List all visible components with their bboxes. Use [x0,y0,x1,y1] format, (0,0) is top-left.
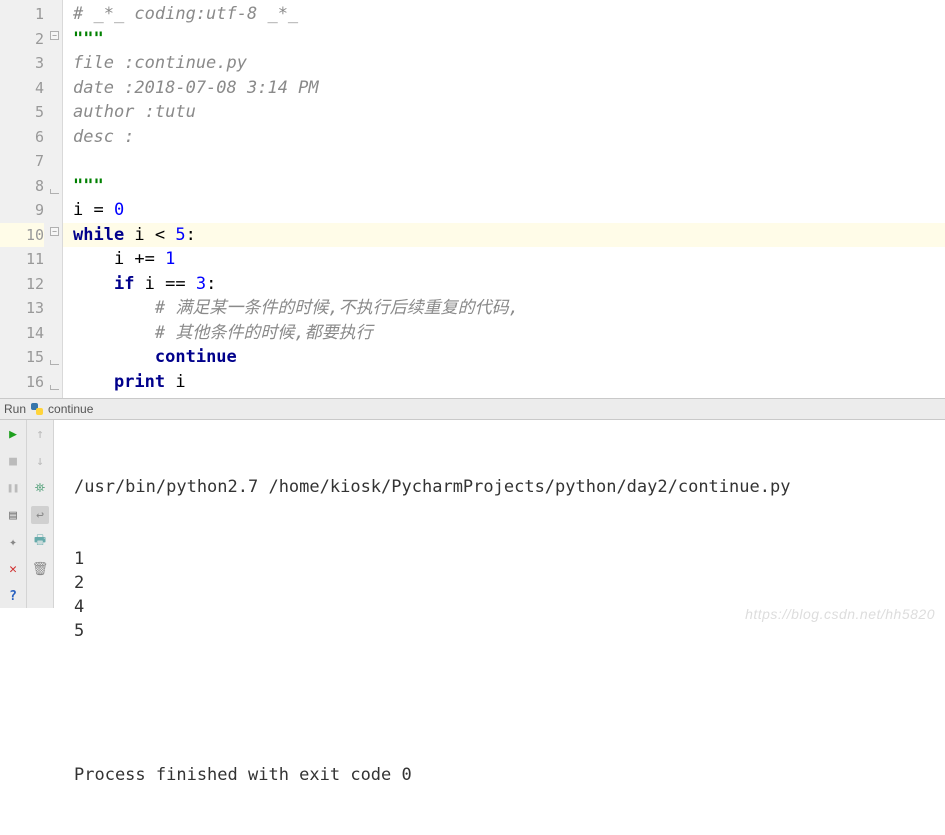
console-command: /usr/bin/python2.7 /home/kiosk/PycharmPr… [74,475,945,499]
console-line: 2 [74,571,945,595]
help-icon[interactable]: ? [4,587,22,605]
code-area[interactable]: # _*_ coding:utf-8 _*_"""file :continue.… [63,0,945,398]
fold-marker-icon[interactable]: − [50,227,59,236]
editor: 12345678910111213141516 − − # _*_ coding… [0,0,945,398]
down-arrow-icon[interactable]: ↓ [31,452,49,470]
line-number: 11 [0,247,44,272]
up-arrow-icon[interactable]: ↑ [31,425,49,443]
line-number: 13 [0,296,44,321]
gutter: 12345678910111213141516 − − [0,0,63,398]
code-line[interactable]: """ [63,27,945,52]
line-number: 2 [0,27,44,52]
line-number: 7 [0,149,44,174]
line-number: 12 [0,272,44,297]
console-line: 1 [74,547,945,571]
line-number: 1 [0,2,44,27]
stop-icon[interactable]: ■ [4,452,22,470]
line-number: 15 [0,345,44,370]
print-icon[interactable]: 🖶 [31,533,49,551]
code-line[interactable]: i += 1 [63,247,945,272]
fold-end-icon [50,189,59,194]
console-line: 5 [74,619,945,643]
fold-end-icon [50,385,59,390]
line-number: 6 [0,125,44,150]
code-line[interactable]: author :tutu [63,100,945,125]
watermark: https://blog.csdn.net/hh5820 [745,606,935,622]
line-number: 8 [0,174,44,199]
run-toolbar-left: ▶ ■ ❚❚ ▤ ✦ ✕ ? [0,420,27,608]
fold-column: − − [49,0,61,398]
wrap-icon[interactable]: ⛯ [31,479,49,497]
run-config-name: continue [48,402,93,416]
exit-message: Process finished with exit code 0 [74,763,945,787]
code-line[interactable]: desc : [63,125,945,150]
fold-marker-icon[interactable]: − [50,31,59,40]
code-line[interactable]: continue [63,345,945,370]
code-line[interactable]: """ [63,174,945,199]
code-line[interactable]: # 满足某一条件的时候,不执行后续重复的代码, [63,296,945,321]
scroll-lock-icon[interactable]: ↩ [31,506,49,524]
code-line[interactable]: date :2018-07-08 3:14 PM [63,76,945,101]
line-number: 3 [0,51,44,76]
code-line[interactable]: # 其他条件的时候,都要执行 [63,321,945,346]
trash-icon[interactable]: 🗑 [31,560,49,578]
run-label: Run [4,402,26,416]
code-line[interactable]: i = 0 [63,198,945,223]
line-number: 10 [0,223,44,248]
close-icon[interactable]: ✕ [4,560,22,578]
line-number: 14 [0,321,44,346]
code-line[interactable] [63,149,945,174]
code-line[interactable]: print i [63,370,945,395]
code-line[interactable]: if i == 3: [63,272,945,297]
code-line[interactable]: # _*_ coding:utf-8 _*_ [63,2,945,27]
console-output[interactable]: /usr/bin/python2.7 /home/kiosk/PycharmPr… [54,420,945,608]
pause-icon[interactable]: ❚❚ [4,479,22,497]
pin-icon[interactable]: ✦ [4,533,22,551]
code-line[interactable]: file :continue.py [63,51,945,76]
fold-end-icon [50,360,59,365]
line-number: 5 [0,100,44,125]
run-toolbar-right: ↑ ↓ ⛯ ↩ 🖶 🗑 [27,420,54,608]
run-tool-header: Run continue [0,398,945,420]
layout-icon[interactable]: ▤ [4,506,22,524]
python-icon [30,402,44,416]
line-number: 16 [0,370,44,395]
line-number: 9 [0,198,44,223]
line-number: 4 [0,76,44,101]
play-icon[interactable]: ▶ [4,425,22,443]
run-panel: ▶ ■ ❚❚ ▤ ✦ ✕ ? ↑ ↓ ⛯ ↩ 🖶 🗑 /usr/bin/pyth… [0,420,945,608]
code-line[interactable]: while i < 5: [63,223,945,248]
